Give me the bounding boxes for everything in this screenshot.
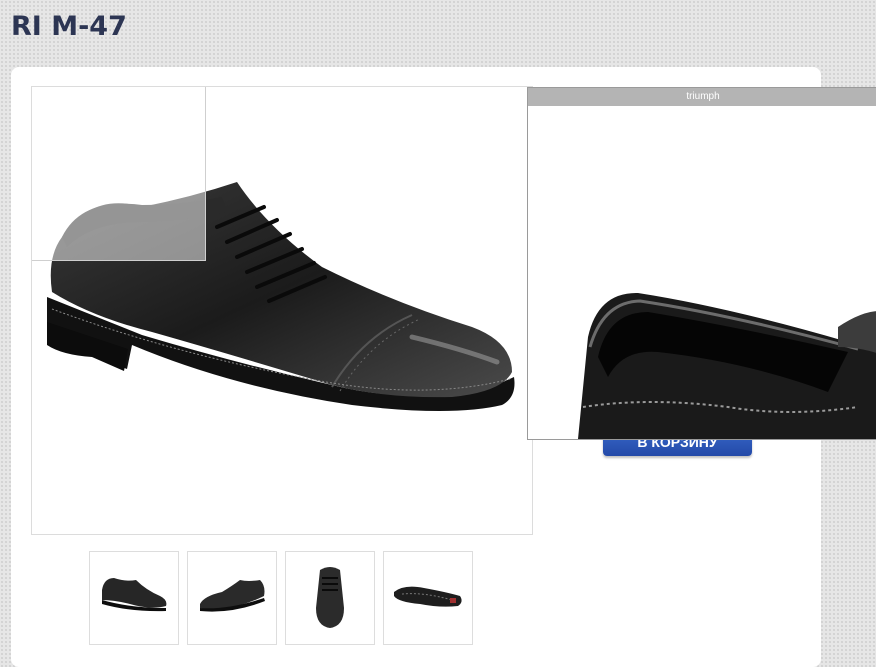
zoomed-shoe-image	[578, 292, 876, 439]
thumbnail-4[interactable]	[383, 551, 473, 645]
thumbnail-1[interactable]	[89, 551, 179, 645]
main-product-image[interactable]	[31, 86, 533, 535]
shoe-front-view-icon	[316, 567, 344, 628]
shoe-side-view-icon	[102, 578, 167, 612]
shoe-sole-view-icon	[394, 586, 462, 607]
page-title: RI M-47	[11, 11, 127, 42]
zoom-title: triumph	[528, 88, 876, 106]
thumbnail-2[interactable]	[187, 551, 277, 645]
shoe-angled-view-icon	[200, 580, 265, 612]
zoom-lens[interactable]	[32, 87, 206, 261]
thumbnail-3[interactable]	[285, 551, 375, 645]
zoom-window: triumph	[527, 87, 876, 440]
